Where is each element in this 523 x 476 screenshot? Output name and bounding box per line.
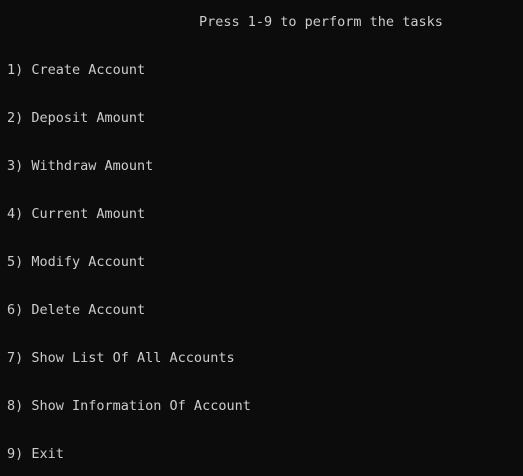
menu-item-delete-account: 6) Delete Account [7, 302, 146, 318]
menu-item-show-account-info: 8) Show Information Of Account [7, 398, 251, 414]
menu-item-exit: 9) Exit [7, 446, 64, 462]
menu-item-current-amount: 4) Current Amount [7, 206, 146, 222]
menu-item-create-account: 1) Create Account [7, 62, 146, 78]
menu-item-withdraw-amount: 3) Withdraw Amount [7, 158, 154, 174]
menu-prompt: Press 1-9 to perform the tasks [199, 14, 443, 30]
menu-item-deposit-amount: 2) Deposit Amount [7, 110, 146, 126]
menu-item-show-all-accounts: 7) Show List Of All Accounts [7, 350, 235, 366]
console-window: Press 1-9 to perform the tasks 1) Create… [0, 0, 523, 476]
menu-item-modify-account: 5) Modify Account [7, 254, 146, 270]
